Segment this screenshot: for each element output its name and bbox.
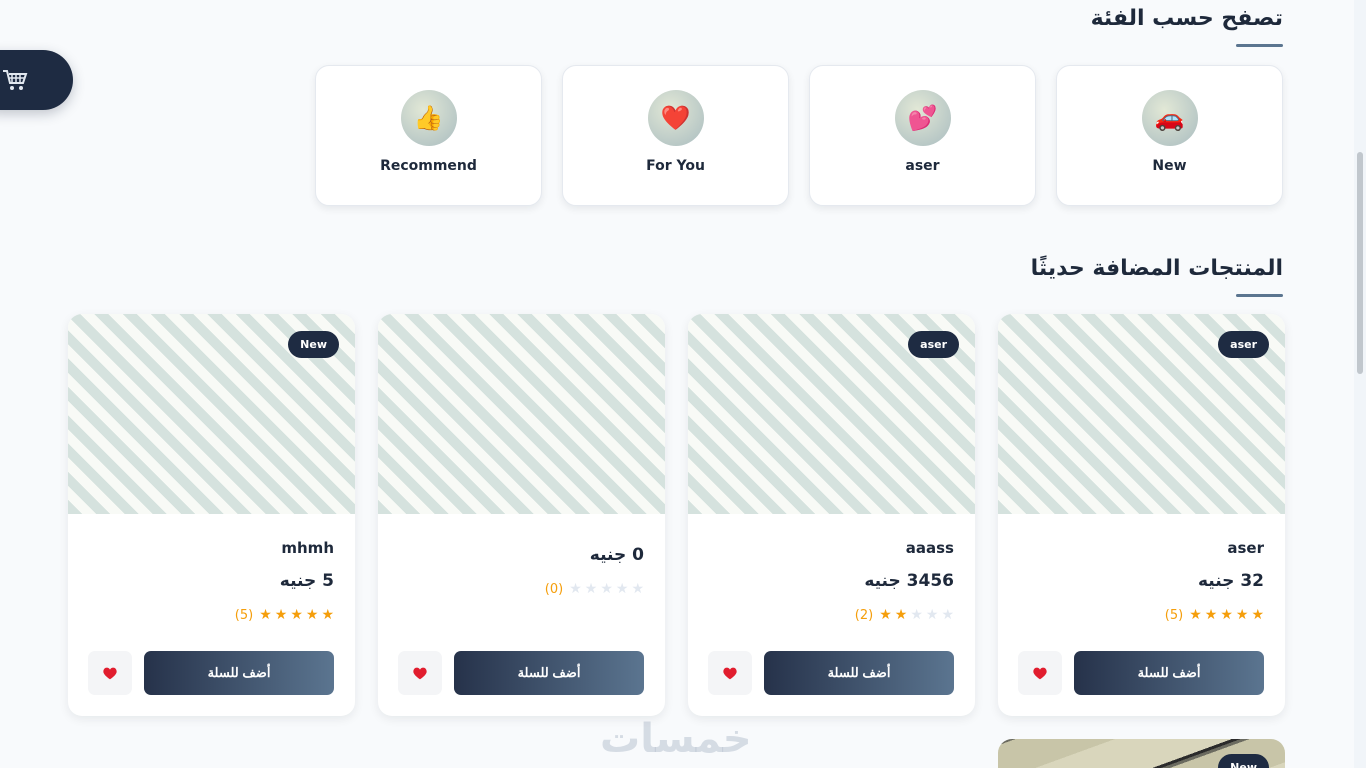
- category-card[interactable]: 🚗 New: [1056, 65, 1283, 206]
- star-icon: ★: [615, 581, 629, 597]
- star-icon: ★: [941, 607, 954, 623]
- star-icon: ★: [1204, 607, 1218, 623]
- favorite-button[interactable]: [88, 651, 132, 695]
- star-icon: ★: [631, 581, 644, 597]
- cart-button[interactable]: [0, 50, 73, 110]
- star-icon: ★: [910, 607, 923, 623]
- category-badge: aser: [1218, 331, 1269, 358]
- star-icon: ★: [1220, 607, 1233, 623]
- page: تصفح حسب الفئة 🚗 New 💕 aser ❤️ For You 👍…: [0, 0, 1366, 768]
- favorite-button[interactable]: [708, 651, 752, 695]
- star-icon: ★: [321, 607, 334, 623]
- star-icon: ★: [305, 607, 319, 623]
- star-icon: ★: [290, 607, 303, 623]
- product-card[interactable]: aser aaass 3456 جنيه (2) ★ ★ ★ ★ ★ أضف للسلة: [688, 314, 975, 716]
- title-underline: [1236, 294, 1283, 297]
- category-card[interactable]: 👍 Recommend: [315, 65, 542, 206]
- product-card[interactable]: 0 جنيه (0) ★ ★ ★ ★ ★ أضف للسلة: [378, 314, 665, 716]
- add-to-cart-button[interactable]: أضف للسلة: [764, 651, 954, 695]
- hearts-icon: 💕: [894, 90, 951, 146]
- category-label: aser: [905, 158, 940, 174]
- category-label: For You: [646, 158, 705, 174]
- product-card[interactable]: New mhmh 5 جنيه (5) ★ ★ ★ ★ ★ أضف للسلة: [68, 314, 355, 716]
- scrollbar-track[interactable]: [1354, 0, 1366, 768]
- product-image[interactable]: New: [68, 314, 355, 514]
- product-image[interactable]: aser: [688, 314, 975, 514]
- star-icon: ★: [569, 581, 582, 597]
- category-badge: New: [288, 331, 339, 358]
- heart-icon: [1033, 667, 1047, 679]
- products-section-title: المنتجات المضافة حديثًا: [1030, 256, 1283, 281]
- product-image[interactable]: [378, 314, 665, 514]
- product-price: 5 جنيه: [279, 571, 334, 591]
- product-name[interactable]: mhmh: [281, 539, 334, 557]
- shopping-cart-icon: [3, 70, 28, 90]
- add-to-cart-button[interactable]: أضف للسلة: [1074, 651, 1264, 695]
- star-icon: ★: [600, 581, 613, 597]
- rating-count: (5): [1164, 607, 1184, 623]
- product-name[interactable]: aaass: [906, 539, 954, 557]
- heart-icon: ❤️: [647, 90, 704, 146]
- add-to-cart-button[interactable]: أضف للسلة: [454, 651, 644, 695]
- product-rating: (5) ★ ★ ★ ★ ★: [1165, 607, 1264, 623]
- title-underline: [1236, 44, 1283, 47]
- star-icon: ★: [1189, 607, 1202, 623]
- category-card[interactable]: ❤️ For You: [562, 65, 789, 206]
- favorite-button[interactable]: [398, 651, 442, 695]
- star-icon: ★: [274, 607, 288, 623]
- categories-section-title: تصفح حسب الفئة: [1090, 6, 1283, 31]
- rating-count: (2): [854, 607, 874, 623]
- star-icon: ★: [1251, 607, 1264, 623]
- product-rating: (0) ★ ★ ★ ★ ★: [545, 581, 644, 597]
- car-icon: 🚗: [1141, 90, 1198, 146]
- heart-icon: [103, 667, 117, 679]
- product-price: 0 جنيه: [589, 545, 644, 565]
- rating-count: (0): [544, 581, 564, 597]
- category-badge: aser: [908, 331, 959, 358]
- star-icon: ★: [1235, 607, 1249, 623]
- category-label: New: [1152, 158, 1187, 174]
- category-badge: New: [1218, 754, 1269, 768]
- favorite-button[interactable]: [1018, 651, 1062, 695]
- scrollbar-thumb[interactable]: [1357, 152, 1363, 374]
- star-icon: ★: [925, 607, 939, 623]
- star-icon: ★: [894, 607, 908, 623]
- product-image[interactable]: aser: [998, 314, 1285, 514]
- star-icon: ★: [584, 581, 598, 597]
- product-rating: (5) ★ ★ ★ ★ ★: [235, 607, 334, 623]
- category-card[interactable]: 💕 aser: [809, 65, 1036, 206]
- star-icon: ★: [259, 607, 272, 623]
- star-icon: ★: [879, 607, 892, 623]
- watermark: خمسات: [600, 716, 752, 762]
- thumbs-up-icon: 👍: [400, 90, 457, 146]
- product-name[interactable]: aser: [1227, 539, 1264, 557]
- heart-icon: [413, 667, 427, 679]
- product-card[interactable]: aser aser 32 جنيه (5) ★ ★ ★ ★ ★ أضف للسلة: [998, 314, 1285, 716]
- add-to-cart-button[interactable]: أضف للسلة: [144, 651, 334, 695]
- product-card-partial[interactable]: New: [998, 739, 1285, 768]
- heart-icon: [723, 667, 737, 679]
- rating-count: (5): [234, 607, 254, 623]
- product-price: 32 جنيه: [1197, 571, 1264, 591]
- category-label: Recommend: [380, 158, 477, 174]
- product-rating: (2) ★ ★ ★ ★ ★: [855, 607, 954, 623]
- product-price: 3456 جنيه: [864, 571, 954, 591]
